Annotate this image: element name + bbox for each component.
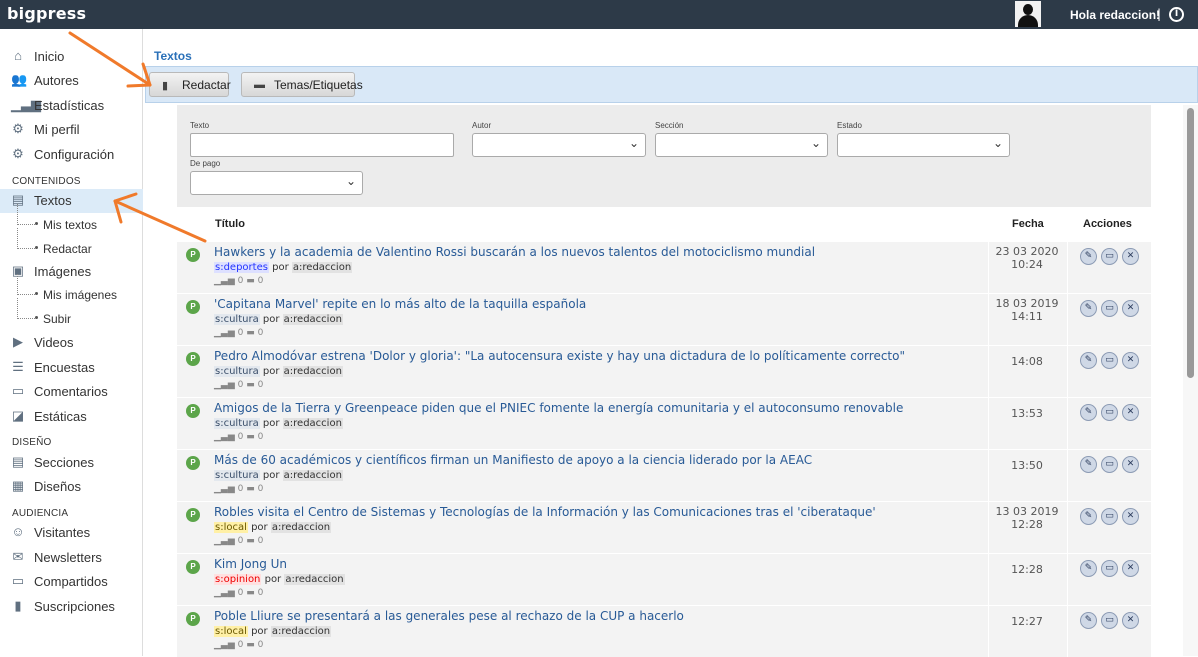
arrow-to-redactar [68, 31, 152, 87]
annotation-arrows [68, 31, 207, 243]
arrow-to-textos [113, 199, 207, 243]
